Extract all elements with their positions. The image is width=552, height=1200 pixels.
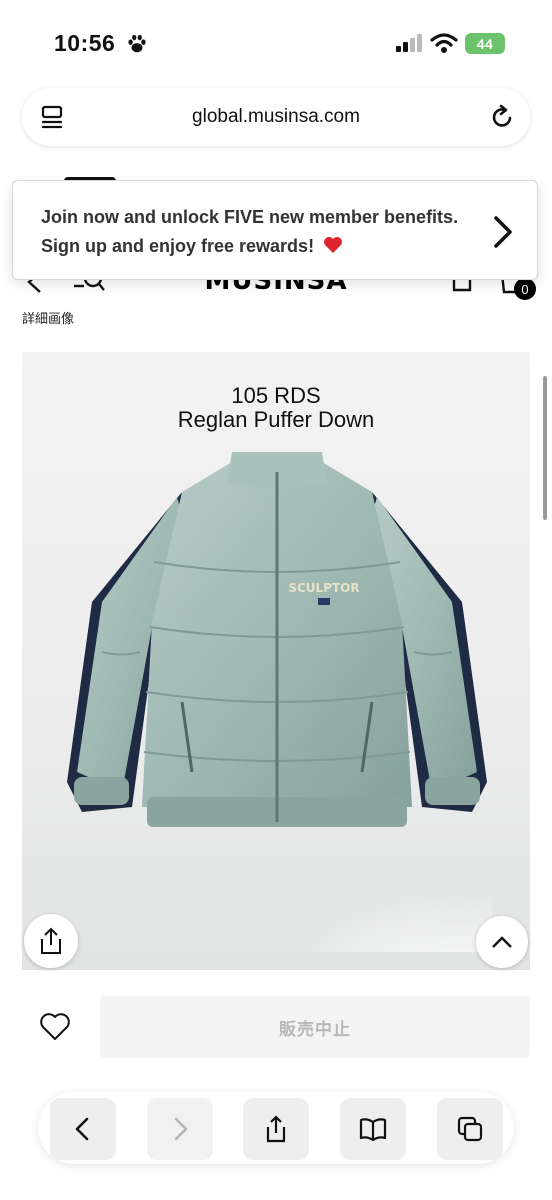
address-bar[interactable]: global.musinsa.com [22,88,530,146]
chevron-up-icon [492,936,512,948]
product-image-title: 105 RDS Reglan Puffer Down [22,384,530,432]
chevron-left-icon [75,1117,89,1141]
share-icon [266,1115,286,1143]
wifi-icon [430,33,458,53]
book-icon [359,1118,387,1142]
detail-images-label: 詳細画像 [22,311,75,326]
scroll-to-top-button[interactable] [476,916,528,968]
chevron-right-icon [174,1117,188,1141]
page-scrollbar[interactable] [543,376,547,520]
tabs-icon [457,1116,483,1142]
wishlist-heart-icon[interactable] [38,1010,72,1044]
status-time: 10:56 [54,30,116,56]
browser-bookmarks-button[interactable] [340,1098,406,1160]
chest-logo-text: SCULPTOR [288,581,359,595]
url-text[interactable]: global.musinsa.com [22,106,530,128]
banner-message: Join now and unlock FIVE new member bene… [41,203,461,261]
chevron-right-icon[interactable] [491,215,515,249]
signup-banner[interactable]: Join now and unlock FIVE new member bene… [12,180,538,280]
puffer-jacket-illustration: SCULPTOR [67,452,492,952]
browser-forward-button[interactable] [147,1098,213,1160]
status-bar: 10:56 44 [0,0,552,88]
banner-message-text: Join now and unlock FIVE new member bene… [41,207,459,256]
paw-icon [128,34,146,53]
browser-back-button[interactable] [50,1098,116,1160]
browser-tabs-button[interactable] [437,1098,503,1160]
sold-out-button[interactable]: 販売中止 [100,996,530,1058]
product-title-line1: 105 RDS [231,383,321,408]
product-image[interactable]: 105 RDS Reglan Puffer Down SCULPTOR [22,352,530,970]
product-title-line2: Reglan Puffer Down [177,407,375,432]
reload-icon[interactable] [488,103,516,131]
share-button[interactable] [24,914,78,968]
cart-count-badge: 0 [514,278,536,300]
battery-indicator: 44 [465,33,505,54]
cellular-signal-icon [396,34,422,52]
browser-share-button[interactable] [243,1098,309,1160]
red-heart-icon [324,237,343,253]
share-icon [41,927,61,954]
